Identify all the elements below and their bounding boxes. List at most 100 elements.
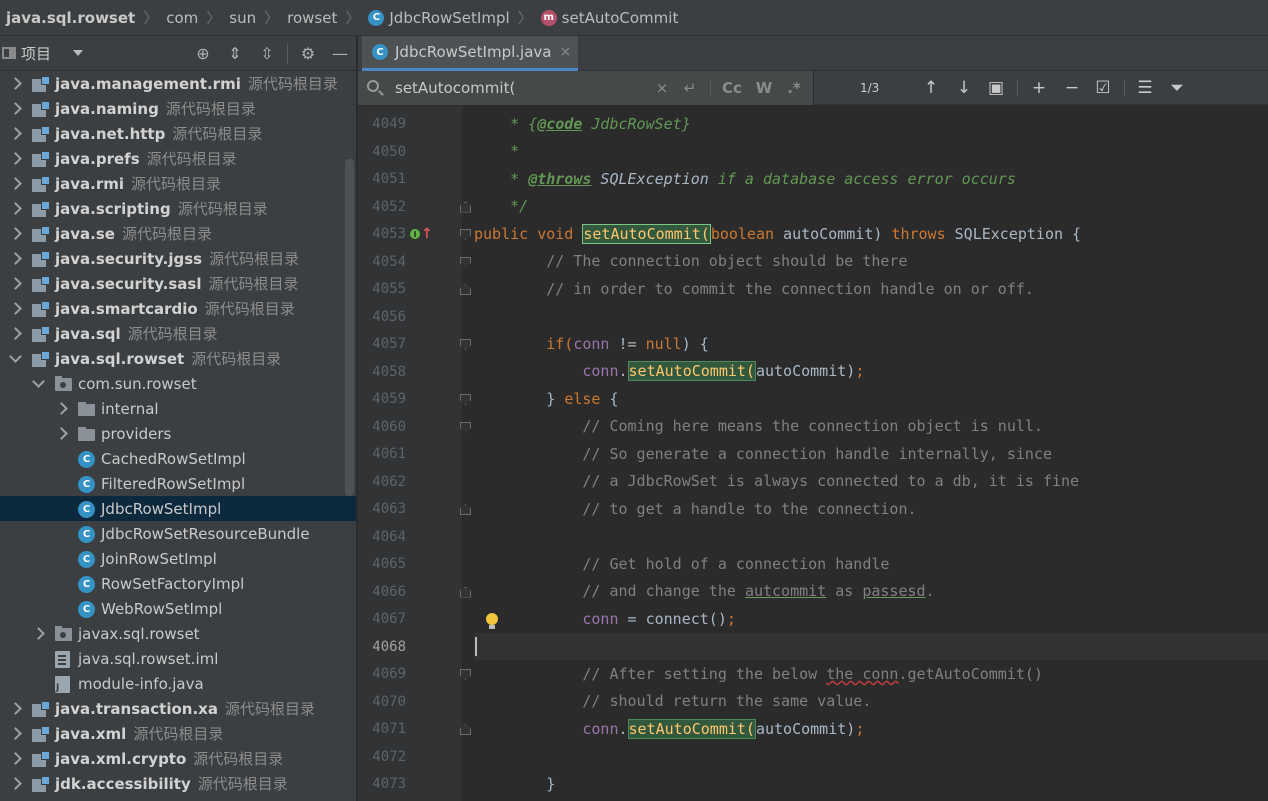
- breadcrumb-package-sun[interactable]: sun: [229, 9, 256, 27]
- chevron-down-icon[interactable]: [32, 371, 44, 396]
- tree-item[interactable]: providers: [0, 421, 356, 446]
- code-editor[interactable]: 4049 4050 4051 4052 4053 4054 4055 4056 4057 4058…: [358, 106, 1268, 801]
- chevron-right-icon[interactable]: [9, 196, 21, 221]
- class-icon: C: [78, 476, 95, 493]
- fold-marker-icon[interactable]: [460, 724, 471, 735]
- locate-icon[interactable]: ⊕: [187, 36, 219, 71]
- filter-window-icon[interactable]: ▣: [981, 71, 1011, 105]
- hide-icon[interactable]: —: [324, 36, 356, 71]
- chevron-right-icon[interactable]: [9, 746, 21, 771]
- tree-item[interactable]: C FilteredRowSetImpl: [0, 471, 356, 496]
- expand-all-icon[interactable]: ⇕: [219, 36, 251, 71]
- search-input[interactable]: [395, 71, 645, 105]
- fold-marker-icon[interactable]: [460, 339, 471, 350]
- tree-item[interactable]: C CachedRowSetImpl: [0, 446, 356, 471]
- chevron-right-icon[interactable]: [9, 246, 21, 271]
- tree-item[interactable]: java.naming 源代码根目录: [0, 96, 356, 121]
- gear-icon[interactable]: ⚙: [292, 36, 324, 71]
- project-title[interactable]: 项目: [21, 43, 51, 64]
- tree-item[interactable]: java.scripting 源代码根目录: [0, 196, 356, 221]
- fold-marker-icon[interactable]: [460, 421, 471, 433]
- scrollbar-thumb[interactable]: [345, 159, 354, 496]
- regex-button[interactable]: .*: [784, 71, 804, 105]
- breadcrumb-module[interactable]: java.sql.rowset: [6, 9, 135, 27]
- chevron-right-icon[interactable]: [9, 696, 21, 721]
- breadcrumb-package-com[interactable]: com: [166, 9, 198, 27]
- code-area[interactable]: * {@code JdbcRowSet} * * @throws SQLExce…: [474, 106, 1268, 801]
- match-case-button[interactable]: Cc: [720, 71, 744, 105]
- tree-item[interactable]: C RowSetFactoryImpl: [0, 571, 356, 596]
- tree-item[interactable]: C WebRowSetImpl: [0, 596, 356, 621]
- chevron-right-icon[interactable]: [9, 721, 21, 746]
- chevron-right-icon[interactable]: [9, 71, 21, 96]
- tab-jdbcrowsetimpl[interactable]: C JdbcRowSetImpl.java ×: [362, 36, 578, 71]
- select-all-icon[interactable]: ☑: [1088, 71, 1118, 105]
- words-button[interactable]: W: [754, 71, 774, 105]
- tree-item[interactable]: C JdbcRowSetResourceBundle: [0, 521, 356, 546]
- fold-marker-icon[interactable]: [460, 586, 471, 598]
- chevron-right-icon[interactable]: [9, 221, 21, 246]
- tree-item[interactable]: com.sun.rowset: [0, 371, 356, 396]
- tree-item[interactable]: java.se 源代码根目录: [0, 221, 356, 246]
- down-arrow-icon[interactable]: ↓: [949, 71, 979, 105]
- tree-item[interactable]: java.sql 源代码根目录: [0, 321, 356, 346]
- override-marker-icon[interactable]: I ↑: [410, 224, 434, 244]
- tree-item-label: java.prefs 源代码根目录: [55, 150, 237, 168]
- chevron-down-icon[interactable]: [73, 50, 84, 56]
- chevron-right-icon[interactable]: [9, 296, 21, 321]
- fold-marker-icon[interactable]: [460, 229, 471, 240]
- chevron-right-icon[interactable]: [55, 396, 67, 421]
- tree-item[interactable]: java.xml 源代码根目录: [0, 721, 356, 746]
- chevron-right-icon[interactable]: [9, 146, 21, 171]
- tree-item[interactable]: java.rmi 源代码根目录: [0, 171, 356, 196]
- filter-icon[interactable]: ⏷: [1162, 71, 1192, 105]
- code-line: if(conn != null) {: [474, 335, 709, 353]
- tree-item[interactable]: C JoinRowSetImpl: [0, 546, 356, 571]
- fold-marker-icon[interactable]: [460, 284, 471, 295]
- lightbulb-icon[interactable]: [486, 613, 498, 629]
- fold-marker-icon[interactable]: [460, 394, 471, 405]
- chevron-right-icon[interactable]: [9, 771, 21, 796]
- newline-icon[interactable]: ↵: [680, 71, 700, 105]
- breadcrumb-package-rowset[interactable]: rowset: [287, 9, 337, 27]
- tree-item[interactable]: java.management.rmi 源代码根目录: [0, 71, 356, 96]
- tree-item[interactable]: java.transaction.xa 源代码根目录: [0, 696, 356, 721]
- add-selection-icon[interactable]: +: [1024, 71, 1054, 105]
- tree-item[interactable]: C JdbcRowSetImpl: [0, 496, 356, 521]
- fold-marker-icon[interactable]: [460, 504, 471, 515]
- tree-item[interactable]: java.net.http 源代码根目录: [0, 121, 356, 146]
- tree-item[interactable]: java.sql.rowset.iml: [0, 646, 356, 671]
- chevron-right-icon[interactable]: [9, 121, 21, 146]
- fold-marker-icon[interactable]: [460, 669, 471, 680]
- chevron-right-icon[interactable]: [9, 271, 21, 296]
- collapse-all-icon[interactable]: ⇳: [251, 36, 283, 71]
- chevron-right-icon[interactable]: [9, 96, 21, 121]
- tree-item[interactable]: java.xml.crypto 源代码根目录: [0, 746, 356, 771]
- close-icon[interactable]: ×: [559, 44, 571, 60]
- tree-item[interactable]: jdk.accessibility 源代码根目录: [0, 771, 356, 796]
- up-arrow-icon[interactable]: ↑: [916, 71, 946, 105]
- tree-item[interactable]: module-info.java: [0, 671, 356, 696]
- clear-icon[interactable]: ×: [654, 71, 670, 105]
- tree-item[interactable]: javax.sql.rowset: [0, 621, 356, 646]
- tree-item[interactable]: java.security.jgss 源代码根目录: [0, 246, 356, 271]
- tree-item[interactable]: java.smartcardio 源代码根目录: [0, 296, 356, 321]
- breadcrumb-method[interactable]: m setAutoCommit: [540, 9, 678, 27]
- tree-item[interactable]: java.security.sasl 源代码根目录: [0, 271, 356, 296]
- multiline-icon[interactable]: ☰: [1130, 71, 1160, 105]
- chevron-right-icon[interactable]: [9, 171, 21, 196]
- chevron-right-icon[interactable]: [32, 621, 44, 646]
- tree-item[interactable]: java.prefs 源代码根目录: [0, 146, 356, 171]
- remove-selection-icon[interactable]: −: [1057, 71, 1087, 105]
- breadcrumb-class[interactable]: C JdbcRowSetImpl: [368, 8, 510, 27]
- tree-item[interactable]: internal: [0, 396, 356, 421]
- chevron-right-icon[interactable]: [9, 321, 21, 346]
- chevron-right-icon[interactable]: [55, 421, 67, 446]
- tree-item[interactable]: java.sql.rowset 源代码根目录: [0, 346, 356, 371]
- breadcrumb-class-label: JdbcRowSetImpl: [389, 8, 510, 27]
- fold-marker-icon[interactable]: [460, 201, 471, 213]
- code-line: // After setting the below the conn.getA…: [474, 665, 1043, 683]
- search-icon[interactable]: [367, 80, 379, 92]
- fold-marker-icon[interactable]: [460, 256, 471, 268]
- chevron-down-icon[interactable]: [9, 346, 21, 371]
